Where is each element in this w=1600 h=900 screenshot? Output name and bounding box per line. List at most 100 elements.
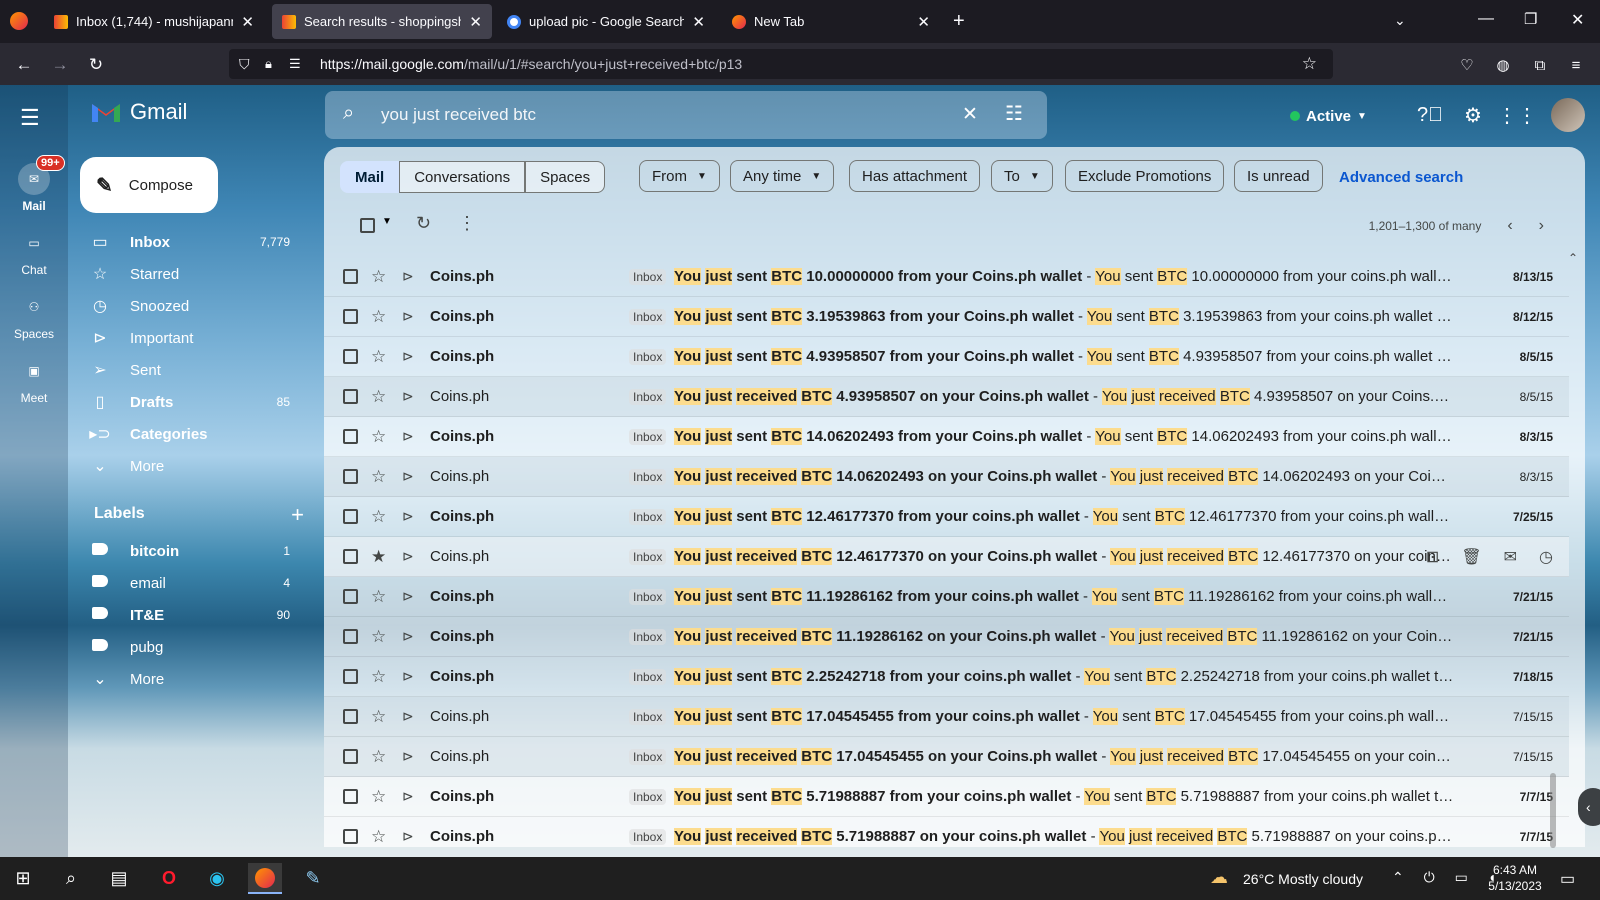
tab-spaces[interactable]: Spaces bbox=[525, 161, 606, 193]
inbox-tag[interactable]: Inbox bbox=[629, 628, 667, 645]
inbox-tag[interactable]: Inbox bbox=[629, 348, 667, 365]
select-all-checkbox[interactable] bbox=[360, 218, 375, 233]
important-icon[interactable]: ⊳ bbox=[402, 748, 414, 765]
star-icon[interactable]: ☆ bbox=[371, 467, 386, 487]
important-icon[interactable]: ⊳ bbox=[402, 348, 414, 365]
important-icon[interactable]: ⊳ bbox=[402, 428, 414, 445]
minimize-button[interactable]: — bbox=[1478, 10, 1494, 28]
address-bar[interactable]: ⛉ 🔒︎ ☰ https://mail.google.com/mail/u/1/… bbox=[229, 49, 1333, 79]
table-row[interactable]: ☆ ⊳ Coins.ph Inbox You just received BTC 17.… bbox=[324, 737, 1569, 777]
firefox-taskbar-icon[interactable] bbox=[248, 863, 282, 894]
row-checkbox[interactable] bbox=[343, 469, 358, 484]
firefox-menu-icon[interactable] bbox=[10, 12, 28, 30]
table-row[interactable]: ☆ ⊳ Coins.ph Inbox You just sent BTC 4.93958… bbox=[324, 337, 1569, 377]
edge-icon[interactable]: ◉ bbox=[200, 863, 234, 894]
tab-mail[interactable]: Mail bbox=[340, 161, 400, 193]
scrollbar[interactable] bbox=[1550, 773, 1556, 848]
app-menu-icon[interactable]: ≡ bbox=[1562, 51, 1590, 79]
table-row[interactable]: ☆ ⊳ Coins.ph Inbox You just sent BTC 11.1928… bbox=[324, 577, 1569, 617]
close-tab-icon[interactable]: ✕ bbox=[917, 13, 930, 31]
close-tab-icon[interactable]: ✕ bbox=[241, 13, 254, 31]
task-view-icon[interactable]: ▤ bbox=[102, 863, 136, 894]
star-icon[interactable]: ☆ bbox=[371, 267, 386, 287]
table-row[interactable]: ☆ ⊳ Coins.ph Inbox You just received BTC 5.7… bbox=[324, 817, 1569, 847]
exclude-promotions-filter[interactable]: Exclude Promotions bbox=[1065, 160, 1225, 192]
lock-icon[interactable]: 🔒︎ bbox=[265, 56, 272, 72]
more-options-icon[interactable]: ⋮ bbox=[458, 213, 476, 234]
new-tab-button[interactable]: + bbox=[953, 10, 965, 33]
row-checkbox[interactable] bbox=[343, 509, 358, 524]
select-dropdown-icon[interactable]: ▼ bbox=[382, 216, 392, 227]
paint-icon[interactable]: ✎ bbox=[296, 863, 330, 894]
star-icon[interactable]: ☆ bbox=[371, 507, 386, 527]
tab-conversations[interactable]: Conversations bbox=[399, 161, 526, 193]
inbox-tag[interactable]: Inbox bbox=[629, 748, 667, 765]
row-checkbox[interactable] bbox=[343, 549, 358, 564]
important-icon[interactable]: ⊳ bbox=[402, 268, 414, 285]
star-icon[interactable]: ☆ bbox=[371, 307, 386, 327]
label-ite[interactable]: IT&E 90 bbox=[80, 599, 310, 631]
row-checkbox[interactable] bbox=[343, 829, 358, 844]
table-row[interactable]: ☆ ⊳ Coins.ph Inbox You just received BTC 11.… bbox=[324, 617, 1569, 657]
apps-grid-icon[interactable]: ⋮⋮ bbox=[1497, 101, 1537, 129]
rail-spaces[interactable]: ⚇ Spaces bbox=[4, 291, 64, 341]
sidebar-item-snoozed[interactable]: ◷ Snoozed bbox=[80, 290, 310, 322]
star-icon[interactable]: ☆ bbox=[371, 427, 386, 447]
notifications-icon[interactable]: ▭ bbox=[1560, 869, 1575, 889]
add-label-icon[interactable]: + bbox=[291, 502, 304, 528]
mark-unread-icon[interactable]: ✉ bbox=[1504, 547, 1517, 567]
star-icon[interactable]: ☆ bbox=[371, 827, 386, 847]
sidebar-item-inbox[interactable]: ▭ Inbox 7,779 bbox=[80, 226, 310, 258]
row-checkbox[interactable] bbox=[343, 349, 358, 364]
rail-mail[interactable]: ✉ 99+ Mail bbox=[4, 155, 65, 213]
row-checkbox[interactable] bbox=[343, 389, 358, 404]
inbox-tag[interactable]: Inbox bbox=[629, 668, 667, 685]
status-selector[interactable]: Active ▼ bbox=[1290, 101, 1367, 131]
row-checkbox[interactable] bbox=[343, 749, 358, 764]
sidebar-item-sent[interactable]: ➢ Sent bbox=[80, 354, 310, 386]
table-row[interactable]: ☆ ⊳ Coins.ph Inbox You just sent BTC 17.0454… bbox=[324, 697, 1569, 737]
snooze-icon[interactable]: ◷ bbox=[1539, 547, 1553, 567]
inbox-tag[interactable]: Inbox bbox=[629, 468, 667, 485]
restore-button[interactable]: ❐ bbox=[1524, 10, 1537, 28]
tab-upload-pic[interactable]: upload pic - Google Search ✕ bbox=[497, 4, 715, 39]
rail-chat[interactable]: ▭ Chat bbox=[4, 227, 64, 277]
inbox-tag[interactable]: Inbox bbox=[629, 828, 667, 845]
attachment-filter[interactable]: Has attachment bbox=[849, 160, 981, 192]
from-filter[interactable]: From ▼ bbox=[639, 160, 720, 192]
row-checkbox[interactable] bbox=[343, 629, 358, 644]
extensions-icon[interactable]: ⧉ bbox=[1526, 51, 1554, 79]
inbox-tag[interactable]: Inbox bbox=[629, 548, 667, 565]
star-icon[interactable]: ☆ bbox=[371, 747, 386, 767]
important-icon[interactable]: ⊳ bbox=[402, 388, 414, 405]
time-filter[interactable]: Any time ▼ bbox=[730, 160, 835, 192]
clear-search-icon[interactable]: ✕ bbox=[962, 103, 978, 126]
avatar[interactable] bbox=[1551, 98, 1585, 132]
search-options-icon[interactable]: ☷ bbox=[1005, 101, 1023, 126]
main-menu-icon[interactable]: ☰ bbox=[20, 105, 48, 133]
tab-new-tab[interactable]: New Tab ✕ bbox=[722, 4, 940, 39]
refresh-icon[interactable]: ↻ bbox=[416, 213, 431, 234]
row-checkbox[interactable] bbox=[343, 269, 358, 284]
clock[interactable]: 6:43 AM 5/13/2023 bbox=[1480, 862, 1550, 894]
important-icon[interactable]: ⊳ bbox=[402, 668, 414, 685]
important-icon[interactable]: ⊳ bbox=[402, 508, 414, 525]
table-row[interactable]: ☆ ⊳ Coins.ph Inbox You just sent BTC 14.0620… bbox=[324, 417, 1569, 457]
star-icon[interactable]: ☆ bbox=[371, 387, 386, 407]
advanced-search-link[interactable]: Advanced search bbox=[1339, 169, 1463, 186]
important-icon[interactable]: ⊳ bbox=[402, 788, 414, 805]
reload-button[interactable]: ↻ bbox=[82, 51, 110, 79]
important-icon[interactable]: ⊳ bbox=[402, 708, 414, 725]
inbox-tag[interactable]: Inbox bbox=[629, 268, 667, 285]
forward-button[interactable]: → bbox=[46, 51, 74, 79]
gear-icon[interactable]: ⚙ bbox=[1459, 101, 1487, 129]
search-icon[interactable]: ⌕ bbox=[343, 102, 354, 125]
tab-inbox[interactable]: Inbox (1,744) - mushijapann@g ✕ bbox=[44, 4, 264, 39]
star-icon[interactable]: ☆ bbox=[371, 707, 386, 727]
bookmark-star-icon[interactable]: ☆ bbox=[1302, 54, 1317, 74]
side-panel-toggle-icon[interactable]: ‹ bbox=[1578, 788, 1600, 826]
close-tab-icon[interactable]: ✕ bbox=[692, 13, 705, 31]
star-icon[interactable]: ☆ bbox=[371, 667, 386, 687]
weather-text[interactable]: 26°C Mostly cloudy bbox=[1243, 871, 1363, 887]
close-window-button[interactable]: ✕ bbox=[1571, 10, 1584, 30]
